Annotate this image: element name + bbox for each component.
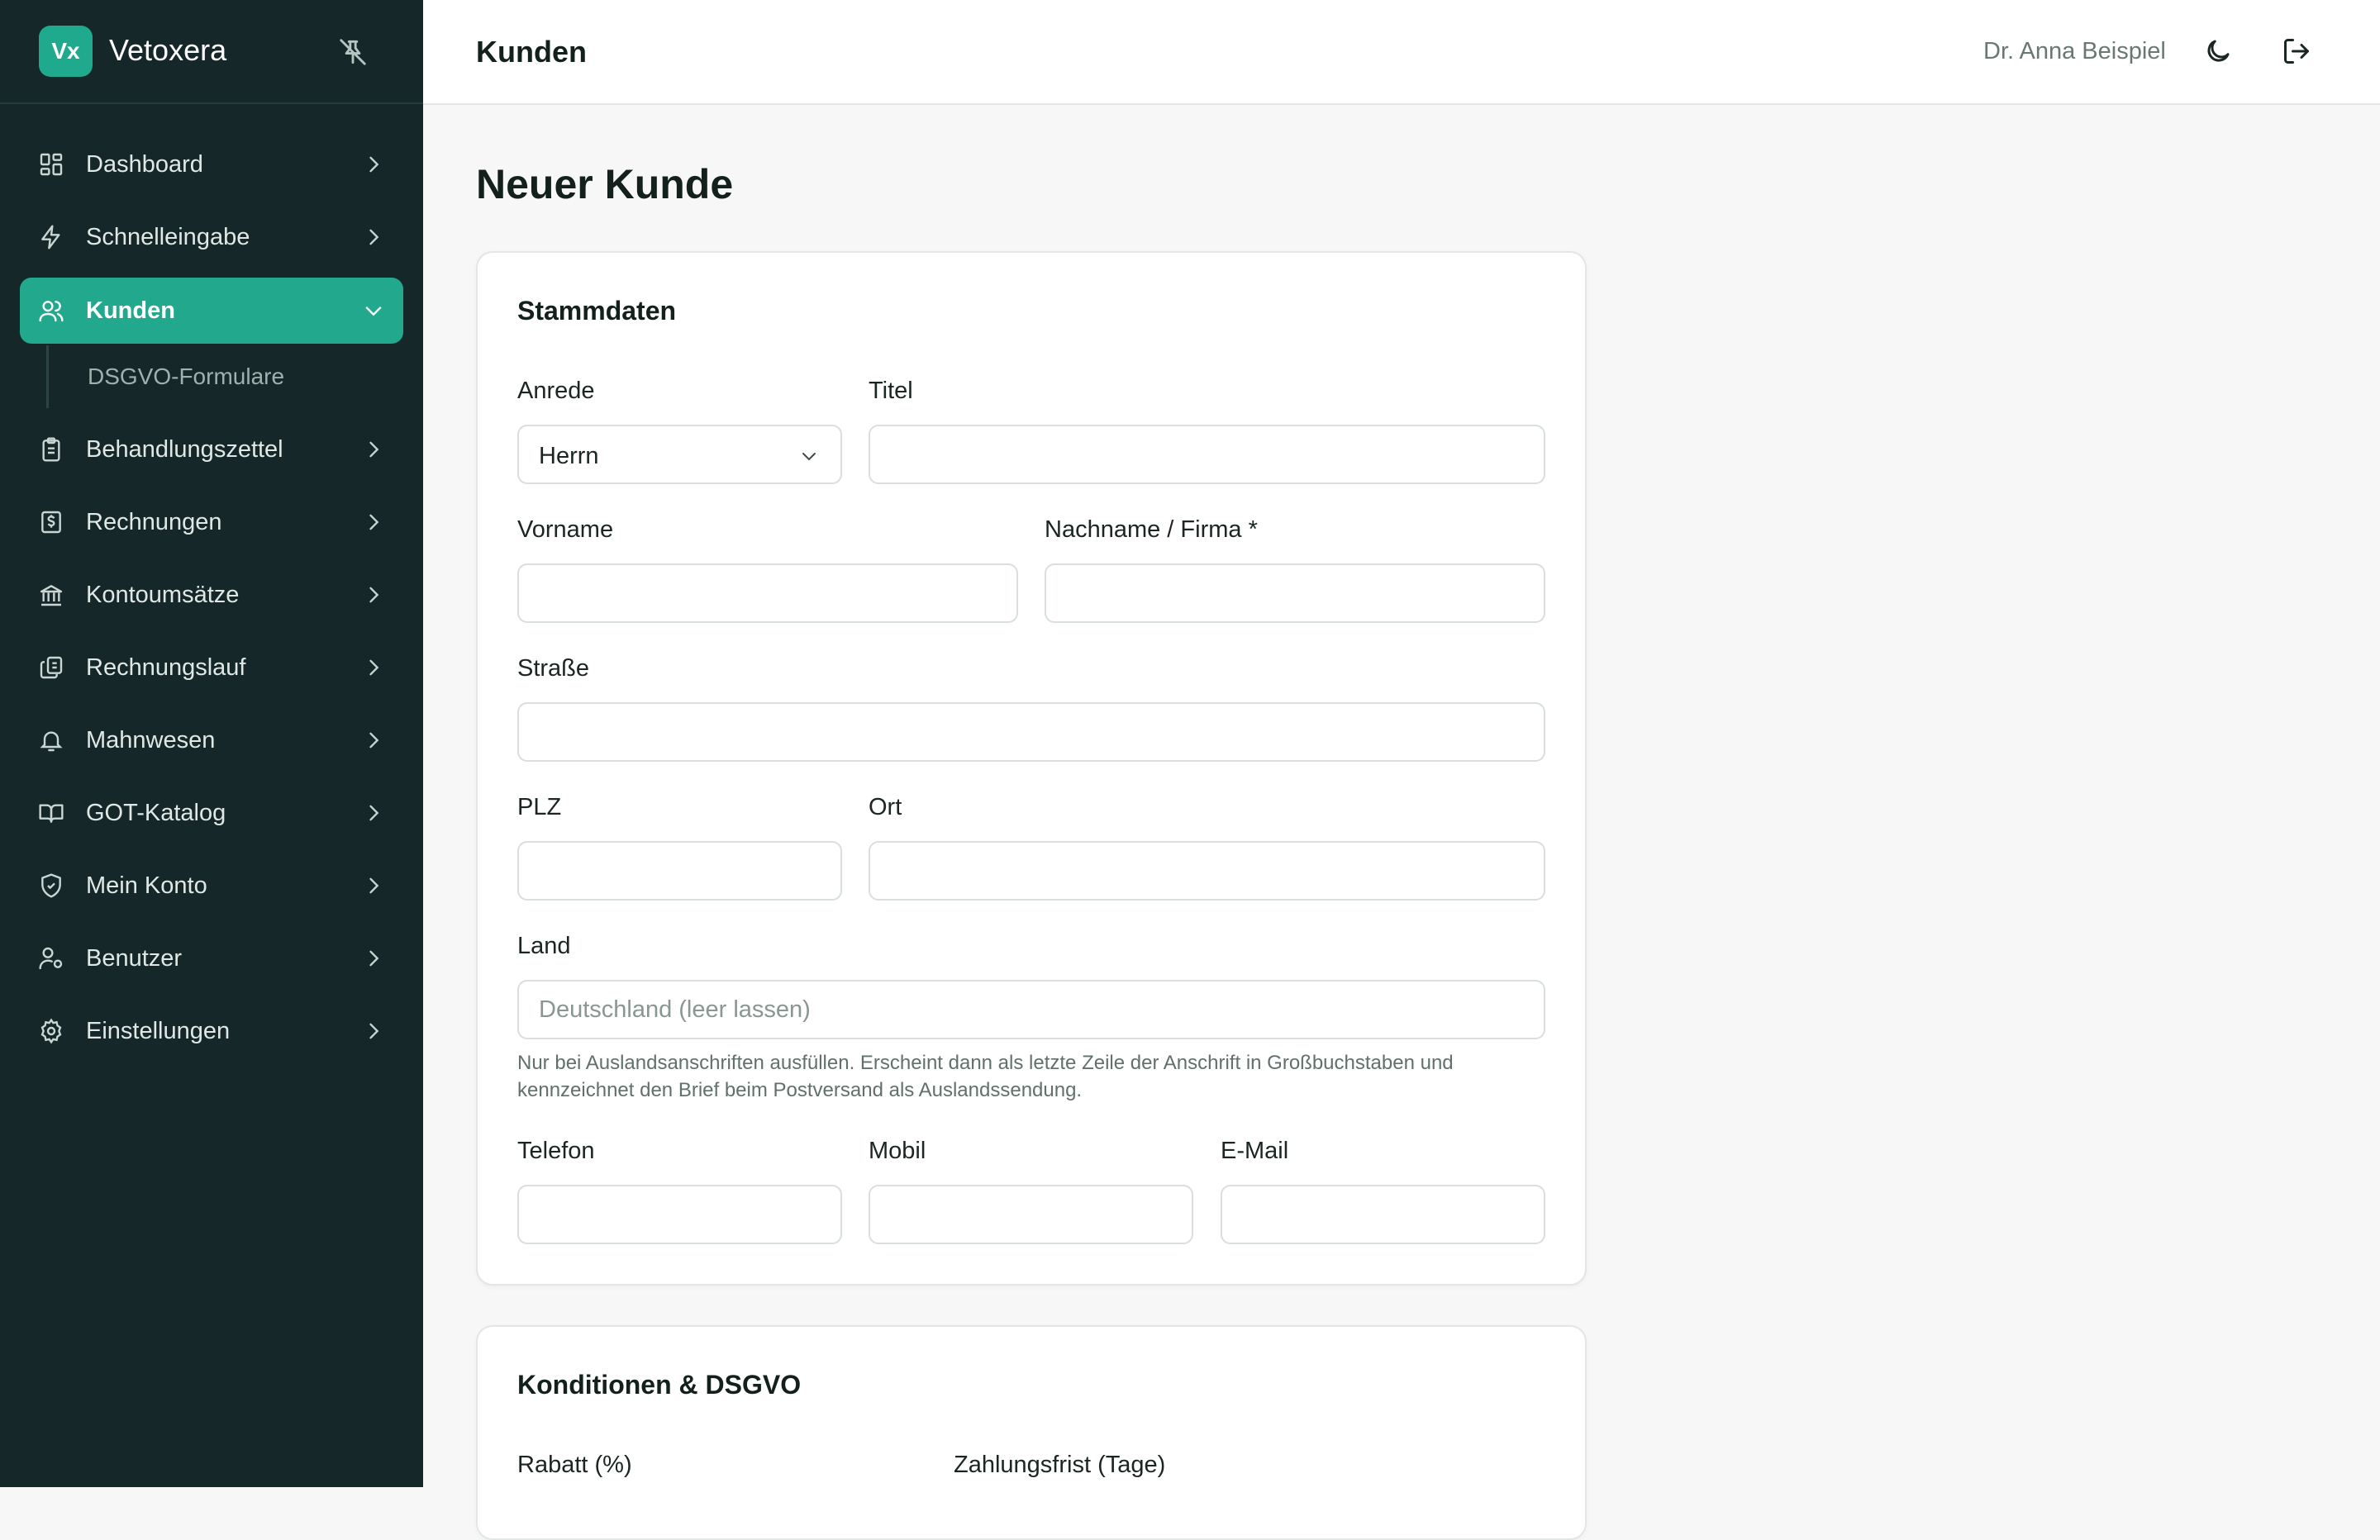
rabatt-label: Rabatt (%) xyxy=(517,1452,632,1478)
chevron-down-icon xyxy=(365,307,382,316)
chevron-down-icon xyxy=(802,453,816,461)
sidebar-item-label: Einstellungen xyxy=(86,1018,231,1044)
chevron-right-icon xyxy=(369,1023,379,1039)
app: Vx Vetoxera Dashboard Schnelleingabe Kun… xyxy=(0,0,2380,1540)
strasse-input[interactable] xyxy=(517,702,1545,762)
sidebar-item-label: Rechnungslauf xyxy=(86,654,246,681)
card-konditionen: Konditionen & DSGVO xyxy=(476,1325,1587,1540)
email-label: E-Mail xyxy=(1221,1138,1289,1164)
sidebar-item-label: Benutzer xyxy=(86,945,183,972)
chevron-right-icon xyxy=(369,805,379,821)
sidebar-item-got-katalog[interactable]: GOT-Katalog xyxy=(20,780,403,846)
sidebar-subitem-dsgvo-formulare[interactable]: DSGVO-Formulare xyxy=(88,364,284,390)
anrede-value: Herrn xyxy=(539,443,599,469)
sidebar-item-einstellungen[interactable]: Einstellungen xyxy=(20,998,403,1064)
titel-label: Titel xyxy=(869,378,913,404)
invoice-icon xyxy=(41,511,61,534)
chevron-right-icon xyxy=(369,229,379,245)
user-gear-icon xyxy=(39,947,63,970)
book-icon xyxy=(39,804,64,823)
titel-input[interactable] xyxy=(869,425,1545,484)
copy-icon xyxy=(40,656,63,679)
user-name[interactable]: Dr. Anna Beispiel xyxy=(1983,38,2166,65)
zahlungsfrist-label: Zahlungsfrist (Tage) xyxy=(954,1452,1166,1478)
moon-icon[interactable] xyxy=(2203,36,2233,66)
telefon-label: Telefon xyxy=(517,1138,595,1164)
users-icon xyxy=(39,301,64,322)
chevron-right-icon xyxy=(369,441,379,458)
sidebar-item-rechnungslauf[interactable]: Rechnungslauf xyxy=(20,635,403,701)
bank-icon xyxy=(40,585,63,606)
anrede-label: Anrede xyxy=(517,378,595,404)
submenu-line xyxy=(46,345,49,408)
chevron-right-icon xyxy=(369,950,379,967)
chevron-right-icon xyxy=(369,659,379,676)
chevron-right-icon xyxy=(369,514,379,530)
ort-label: Ort xyxy=(869,794,902,820)
grid-icon xyxy=(40,153,63,176)
card-stammdaten: Stammdaten xyxy=(476,251,1587,1286)
brand-name: Vetoxera xyxy=(109,33,227,67)
brand: Vx Vetoxera xyxy=(0,0,423,104)
brand-logo: Vx xyxy=(39,26,93,77)
chevron-right-icon xyxy=(369,156,379,173)
sidebar-item-schnelleingabe[interactable]: Schnelleingabe xyxy=(20,204,403,270)
chevron-right-icon xyxy=(369,587,379,603)
logout-icon[interactable] xyxy=(2282,36,2311,66)
sidebar-item-label: Dashboard xyxy=(86,151,203,178)
sidebar-item-benutzer[interactable]: Benutzer xyxy=(20,925,403,991)
vorname-input[interactable] xyxy=(517,563,1018,623)
nachname-input[interactable] xyxy=(1045,563,1545,623)
nachname-label: Nachname / Firma * xyxy=(1045,516,1258,543)
sidebar-item-kunden[interactable]: Kunden xyxy=(20,278,403,344)
anrede-select[interactable]: Herrn xyxy=(517,425,842,484)
gear-icon xyxy=(40,1018,62,1044)
land-label: Land xyxy=(517,933,571,959)
sidebar-item-rechnungen[interactable]: Rechnungen xyxy=(20,489,403,555)
lightning-icon xyxy=(41,225,60,250)
chevron-right-icon xyxy=(369,877,379,894)
bell-icon xyxy=(40,731,63,752)
sidebar-item-label: Schnelleingabe xyxy=(86,224,250,250)
ort-input[interactable] xyxy=(869,841,1545,901)
sidebar-item-label: Kontoumsätze xyxy=(86,582,240,608)
land-hint: Nur bei Auslandsanschriften ausfüllen. E… xyxy=(517,1052,1454,1101)
chevron-right-icon xyxy=(369,732,379,749)
land-input[interactable] xyxy=(517,980,1545,1039)
topbar: Kunden Dr. Anna Beispiel xyxy=(423,0,2380,105)
shield-icon xyxy=(41,873,61,898)
card-title-konditionen: Konditionen & DSGVO xyxy=(517,1370,802,1400)
unpin-icon[interactable] xyxy=(337,36,369,68)
clipboard-icon xyxy=(42,437,60,462)
sidebar-item-kontoumsaetze[interactable]: Kontoumsätze xyxy=(20,562,403,628)
email-input[interactable] xyxy=(1221,1185,1545,1244)
vorname-label: Vorname xyxy=(517,516,614,543)
plz-label: PLZ xyxy=(517,794,562,820)
sidebar-item-label: Mein Konto xyxy=(86,872,207,899)
mobil-label: Mobil xyxy=(869,1138,926,1164)
telefon-input[interactable] xyxy=(517,1185,842,1244)
plz-input[interactable] xyxy=(517,841,842,901)
sidebar-item-label: Rechnungen xyxy=(86,509,222,535)
mobil-input[interactable] xyxy=(869,1185,1193,1244)
sidebar-item-label: GOT-Katalog xyxy=(86,800,226,826)
page-title: Neuer Kunde xyxy=(476,161,734,207)
sidebar-item-dashboard[interactable]: Dashboard xyxy=(20,131,403,197)
sidebar-item-behandlungszettel[interactable]: Behandlungszettel xyxy=(20,416,403,482)
sidebar: Vx Vetoxera Dashboard Schnelleingabe Kun… xyxy=(0,0,423,1487)
sidebar-item-label: Kunden xyxy=(86,297,175,324)
sidebar-item-mahnwesen[interactable]: Mahnwesen xyxy=(20,707,403,773)
sidebar-item-label: Mahnwesen xyxy=(86,727,216,753)
strasse-label: Straße xyxy=(517,655,590,682)
sidebar-item-mein-konto[interactable]: Mein Konto xyxy=(20,853,403,919)
card-title-stammdaten: Stammdaten xyxy=(517,296,677,326)
sidebar-item-label: Behandlungszettel xyxy=(86,436,283,463)
topbar-title: Kunden xyxy=(476,35,587,69)
